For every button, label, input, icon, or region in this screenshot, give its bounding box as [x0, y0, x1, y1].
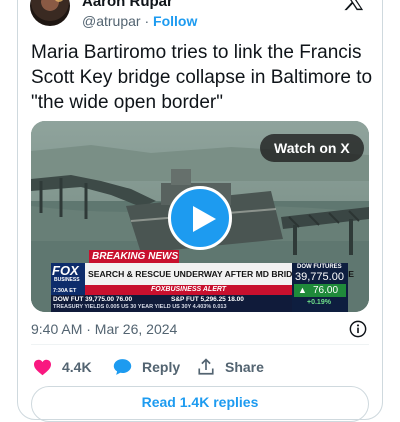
share-icon: [198, 358, 214, 375]
read-replies-button[interactable]: Read 1.4K replies: [31, 386, 369, 422]
tweet-text: Maria Bartiromo tries to link the Franci…: [31, 42, 373, 113]
x-logo-icon[interactable]: [343, 0, 365, 11]
play-icon: [193, 206, 216, 232]
reply-button[interactable]: Reply: [113, 357, 180, 377]
info-icon[interactable]: [349, 320, 367, 338]
breaking-news-label: BREAKING NEWS: [92, 251, 179, 262]
futures-value: 39,775.00: [295, 271, 344, 283]
play-button[interactable]: [168, 186, 232, 250]
futures-pct: +0.19%: [307, 299, 331, 306]
ticker-treasury: TREASURY YIELDS 0.005 US 30 YEAR YIELD U…: [53, 304, 227, 310]
futures-change: 76.00: [313, 285, 339, 296]
like-count: 4.4K: [62, 359, 92, 375]
network-logo-sub: BUSINESS: [54, 277, 80, 283]
author-handle[interactable]: @atrupar: [82, 13, 141, 29]
heart-icon: [34, 359, 51, 375]
divider: [31, 344, 369, 345]
reply-label: Reply: [142, 359, 181, 375]
network-logo: FOX: [52, 263, 79, 278]
follow-button[interactable]: Follow: [153, 13, 197, 29]
like-button[interactable]: 4.4K: [33, 357, 92, 377]
tweet-timestamp[interactable]: 9:40 AM · Mar 26, 2024: [31, 320, 177, 338]
local-time: 7:30A ET: [53, 288, 77, 294]
author-name[interactable]: Aaron Rupar: [82, 0, 173, 11]
separator-dot: ·: [144, 13, 150, 29]
up-arrow-icon: ▲: [298, 285, 307, 295]
author-handle-row: @atrupar · Follow: [82, 12, 197, 30]
share-label: Share: [225, 359, 264, 375]
brand-bar-text: FOXBUSINESS ALERT: [151, 286, 227, 293]
reply-bubble-icon: [113, 359, 132, 375]
watch-on-x-button[interactable]: Watch on X: [260, 134, 364, 162]
share-button[interactable]: Share: [197, 357, 264, 377]
